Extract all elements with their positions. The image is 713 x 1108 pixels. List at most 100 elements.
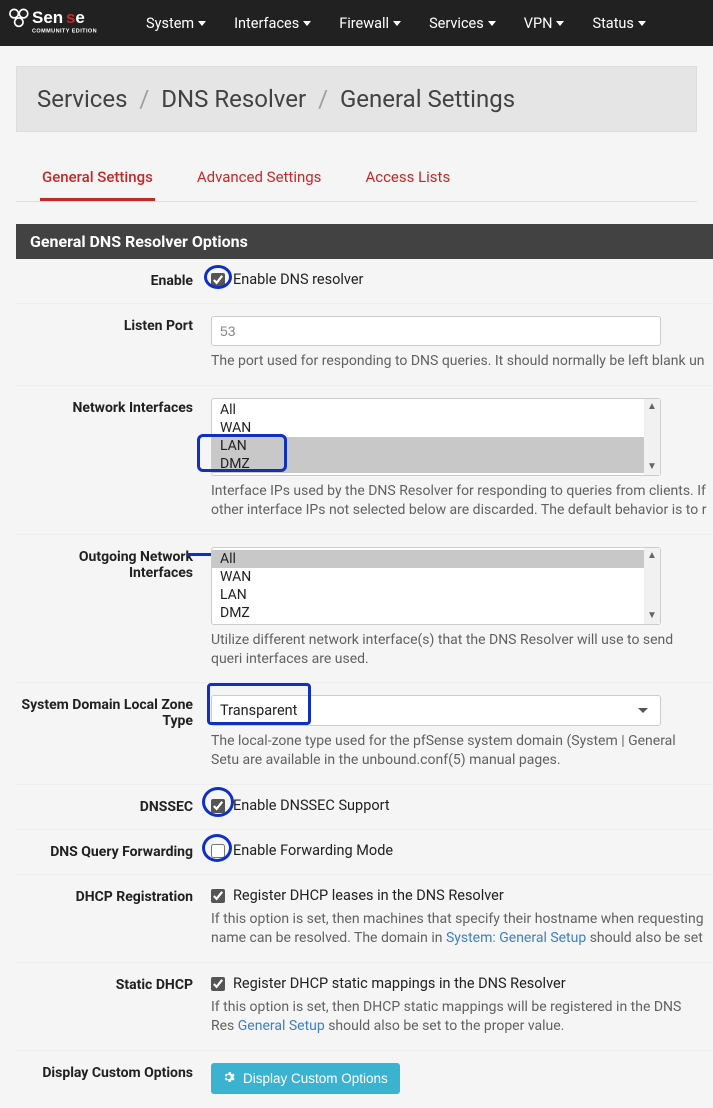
row-network-interfaces: Network Interfaces All WAN LAN DMZ ▲ ▼ I… bbox=[16, 386, 713, 535]
checkbox-label: Enable DNSSEC Support bbox=[233, 797, 390, 814]
tab-bar: General Settings Advanced Settings Acces… bbox=[16, 150, 697, 202]
svg-text:COMMUNITY EDITION: COMMUNITY EDITION bbox=[32, 28, 97, 34]
checkbox-static-dhcp[interactable] bbox=[211, 977, 225, 991]
nav-system[interactable]: System bbox=[146, 15, 206, 32]
row-static-dhcp: Static DHCP Register DHCP static mapping… bbox=[16, 963, 713, 1051]
nav-label: Services bbox=[429, 15, 484, 32]
checkbox-enable[interactable] bbox=[211, 273, 225, 287]
row-forwarding: DNS Query Forwarding Enable Forwarding M… bbox=[16, 830, 713, 875]
scrollbar[interactable]: ▲ ▼ bbox=[644, 399, 660, 475]
checkbox-label: Register DHCP static mappings in the DNS… bbox=[233, 975, 566, 992]
option-lan[interactable]: LAN bbox=[212, 586, 660, 604]
help-zone-type: The local-zone type used for the pfSense… bbox=[211, 732, 707, 770]
help-text: should also be set bbox=[586, 930, 703, 946]
option-lan[interactable]: LAN bbox=[212, 437, 660, 455]
nav-label: Status bbox=[592, 15, 633, 32]
gear-icon bbox=[223, 1071, 237, 1085]
label-enable: Enable bbox=[16, 271, 211, 289]
scrollbar[interactable]: ▲ ▼ bbox=[644, 548, 660, 624]
select-outgoing-interfaces[interactable]: All WAN LAN DMZ ▲ ▼ bbox=[211, 547, 661, 625]
label-listen-port: Listen Port bbox=[16, 316, 211, 371]
row-dhcp-registration: DHCP Registration Register DHCP leases i… bbox=[16, 875, 713, 963]
option-dmz[interactable]: DMZ bbox=[212, 455, 660, 473]
breadcrumb-sep: / bbox=[318, 85, 328, 113]
caret-icon bbox=[488, 21, 496, 26]
button-label: Display Custom Options bbox=[243, 1071, 388, 1086]
caret-icon bbox=[393, 21, 401, 26]
row-listen-port: Listen Port The port used for responding… bbox=[16, 304, 713, 386]
nav-interfaces[interactable]: Interfaces bbox=[234, 15, 311, 32]
section-general-dns-resolver: General DNS Resolver Options Enable Enab… bbox=[16, 224, 713, 1108]
chevron-down-icon bbox=[638, 708, 648, 713]
section-heading: General DNS Resolver Options bbox=[16, 224, 713, 259]
tab-access-lists[interactable]: Access Lists bbox=[363, 168, 452, 201]
crumb-general-settings[interactable]: General Settings bbox=[340, 85, 515, 113]
input-listen-port[interactable] bbox=[211, 316, 661, 346]
label-custom-options: Display Custom Options bbox=[16, 1063, 211, 1094]
caret-icon bbox=[638, 21, 646, 26]
scroll-up-icon[interactable]: ▲ bbox=[644, 399, 660, 415]
checkbox-label: Enable DNS resolver bbox=[233, 271, 363, 288]
label-outgoing-interfaces: Outgoing Network Interfaces bbox=[16, 547, 211, 669]
nav-services[interactable]: Services bbox=[429, 15, 496, 32]
svg-text:s: s bbox=[66, 8, 75, 27]
option-wan[interactable]: WAN bbox=[212, 568, 660, 586]
crumb-services[interactable]: Services bbox=[37, 85, 127, 113]
nav-label: System bbox=[146, 15, 194, 32]
tab-general-settings[interactable]: General Settings bbox=[40, 168, 155, 201]
breadcrumb-sep: / bbox=[139, 85, 149, 113]
tab-advanced-settings[interactable]: Advanced Settings bbox=[195, 168, 324, 201]
nav-items: System Interfaces Firewall Services VPN … bbox=[146, 15, 646, 32]
select-network-interfaces[interactable]: All WAN LAN DMZ ▲ ▼ bbox=[211, 398, 661, 476]
select-value: Transparent bbox=[220, 702, 297, 719]
svg-text:Sen: Sen bbox=[32, 8, 63, 27]
row-dnssec: DNSSEC Enable DNSSEC Support bbox=[16, 785, 713, 830]
option-all[interactable]: All bbox=[212, 550, 660, 568]
caret-icon bbox=[198, 21, 206, 26]
breadcrumb: Services / DNS Resolver / General Settin… bbox=[16, 66, 697, 132]
help-listen-port: The port used for responding to DNS quer… bbox=[211, 352, 707, 371]
label-dhcp-registration: DHCP Registration bbox=[16, 887, 211, 948]
annotation-arrow bbox=[187, 553, 211, 556]
row-custom-options: Display Custom Options Display Custom Op… bbox=[16, 1051, 713, 1108]
nav-firewall[interactable]: Firewall bbox=[339, 15, 401, 32]
button-display-custom-options[interactable]: Display Custom Options bbox=[211, 1063, 400, 1094]
row-enable: Enable Enable DNS resolver bbox=[16, 259, 713, 304]
link-system-general-setup[interactable]: System: General Setup bbox=[446, 930, 586, 946]
option-wan[interactable]: WAN bbox=[212, 419, 660, 437]
option-all[interactable]: All bbox=[212, 401, 660, 419]
brand-logo: Sen s e COMMUNITY EDITION bbox=[6, 6, 126, 40]
nav-label: VPN bbox=[524, 15, 553, 32]
row-zone-type: System Domain Local Zone Type Transparen… bbox=[16, 683, 713, 785]
caret-icon bbox=[303, 21, 311, 26]
help-outgoing-interfaces: Utilize different network interface(s) t… bbox=[211, 631, 707, 669]
nav-vpn[interactable]: VPN bbox=[524, 15, 565, 32]
row-outgoing-interfaces: Outgoing Network Interfaces All WAN LAN … bbox=[16, 535, 713, 684]
scroll-up-icon[interactable]: ▲ bbox=[644, 548, 660, 564]
checkbox-label: Register DHCP leases in the DNS Resolver bbox=[233, 887, 504, 904]
select-zone-type[interactable]: Transparent bbox=[211, 695, 661, 726]
svg-text:e: e bbox=[75, 8, 84, 27]
scroll-down-icon[interactable]: ▼ bbox=[644, 459, 660, 475]
checkbox-forwarding[interactable] bbox=[211, 844, 225, 858]
crumb-dns-resolver[interactable]: DNS Resolver bbox=[161, 85, 306, 113]
label-zone-type: System Domain Local Zone Type bbox=[16, 695, 211, 770]
checkbox-label: Enable Forwarding Mode bbox=[233, 842, 393, 859]
help-dhcp-registration: If this option is set, then machines tha… bbox=[211, 910, 707, 948]
help-network-interfaces: Interface IPs used by the DNS Resolver f… bbox=[211, 482, 707, 520]
checkbox-dhcp-registration[interactable] bbox=[211, 889, 225, 903]
label-static-dhcp: Static DHCP bbox=[16, 975, 211, 1036]
help-text: should also be set to the proper value. bbox=[325, 1018, 565, 1034]
label-dnssec: DNSSEC bbox=[16, 797, 211, 815]
option-dmz[interactable]: DMZ bbox=[212, 604, 660, 622]
help-static-dhcp: If this option is set, then DHCP static … bbox=[211, 998, 707, 1036]
checkbox-dnssec[interactable] bbox=[211, 799, 225, 813]
nav-label: Interfaces bbox=[234, 15, 299, 32]
label-forwarding: DNS Query Forwarding bbox=[16, 842, 211, 860]
caret-icon bbox=[556, 21, 564, 26]
scroll-down-icon[interactable]: ▼ bbox=[644, 608, 660, 624]
label-network-interfaces: Network Interfaces bbox=[16, 398, 211, 520]
nav-label: Firewall bbox=[339, 15, 389, 32]
nav-status[interactable]: Status bbox=[592, 15, 645, 32]
link-general-setup[interactable]: General Setup bbox=[238, 1018, 325, 1034]
